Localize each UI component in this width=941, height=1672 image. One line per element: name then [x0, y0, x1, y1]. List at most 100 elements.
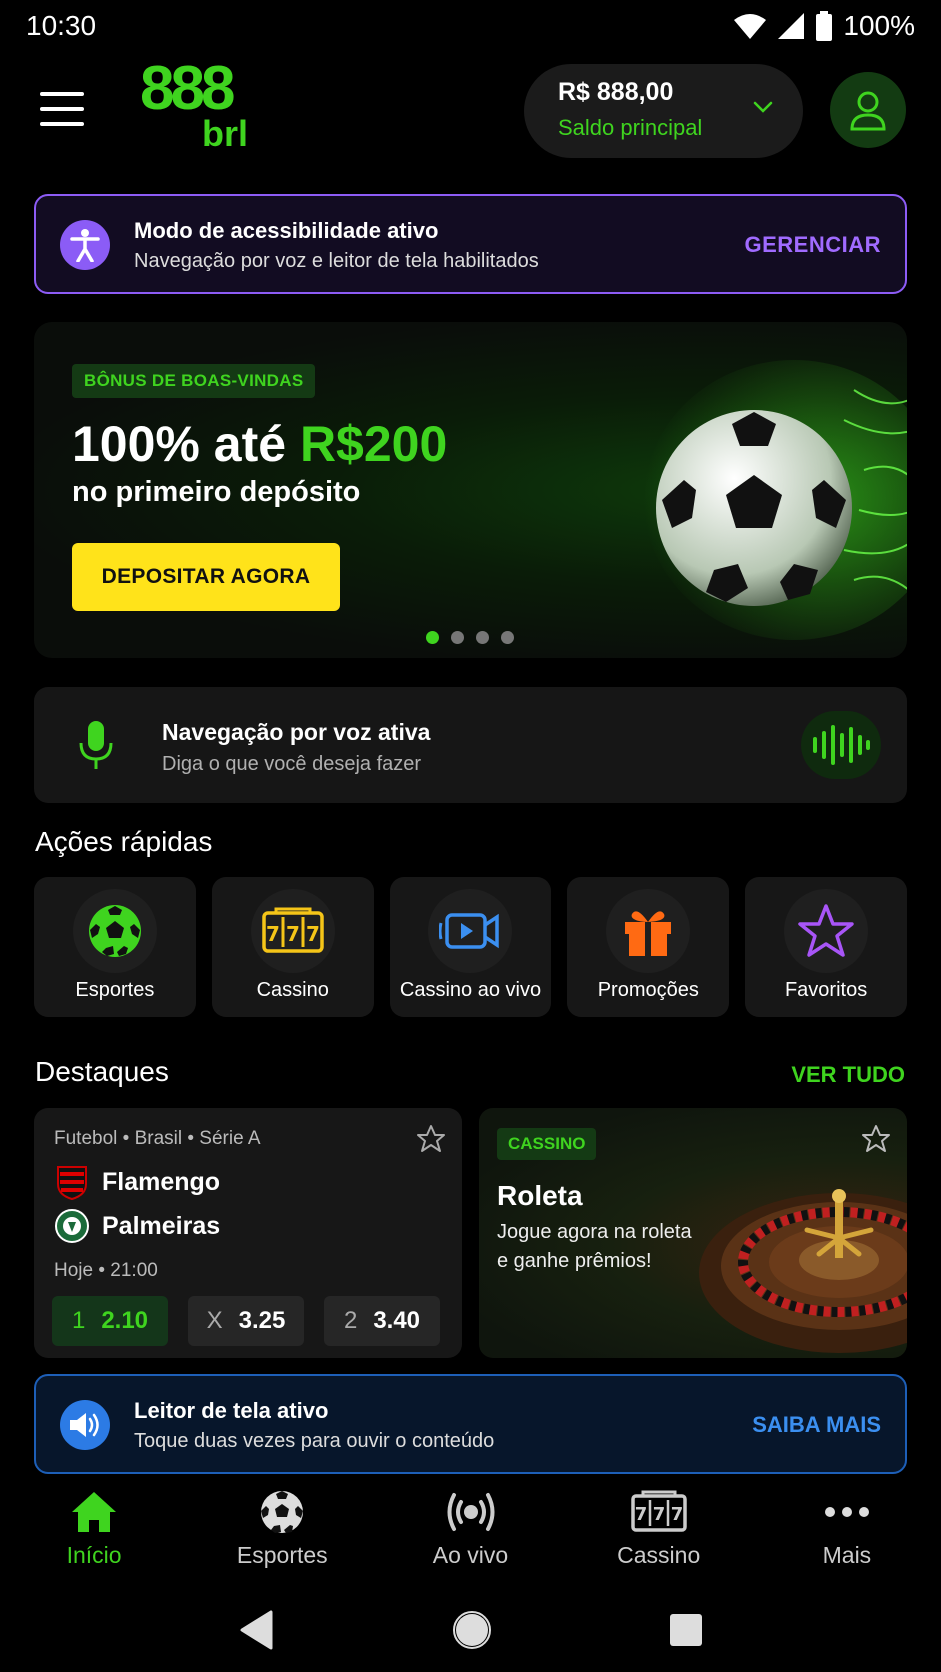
svg-text:7: 7 [306, 922, 320, 946]
nav-item-ao-vivo[interactable]: Ao vivo [376, 1484, 564, 1584]
bottom-navigation: Início Esportes Ao vivo 777 Cassino Mais [0, 1484, 941, 1584]
live-broadcast-icon [376, 1486, 564, 1538]
quick-action-cassino-ao-vivo[interactable]: Cassino ao vivo [389, 877, 552, 1017]
logo-number: 888 [140, 54, 235, 123]
recents-icon[interactable] [669, 1613, 703, 1647]
battery-percent: 100% [843, 10, 915, 41]
hamburger-icon-line [40, 107, 84, 111]
slot-machine-icon: 777 [250, 889, 335, 973]
svg-text:7: 7 [634, 1504, 647, 1525]
learn-more-button[interactable]: SAIBA MAIS [752, 1412, 881, 1438]
wifi-icon [734, 14, 767, 39]
match-card[interactable]: Futebol • Brasil • Série A Flamengo Palm… [34, 1108, 462, 1358]
sound-wave-icon[interactable] [801, 711, 881, 779]
carousel-dot[interactable] [476, 631, 489, 644]
carousel-dot[interactable] [426, 631, 439, 644]
screen-reader-subtitle: Toque duas vezes para ouvir o conteúdo [134, 1430, 495, 1452]
nav-item-mais[interactable]: Mais [753, 1484, 941, 1584]
odd-value: 3.40 [373, 1307, 421, 1334]
highlights-title: Destaques [35, 1056, 169, 1087]
home-icon [0, 1486, 188, 1538]
odd-button-draw[interactable]: X 3.25 [188, 1296, 304, 1346]
system-navigation-bar [0, 1588, 941, 1672]
soccer-ball-icon [188, 1486, 376, 1538]
favorite-star-icon[interactable] [416, 1124, 446, 1154]
accessibility-title: Modo de acessibilidade ativo [134, 218, 439, 243]
cell-signal-icon [778, 13, 805, 39]
chevron-down-icon [753, 101, 773, 113]
palmeiras-crest-icon [55, 1209, 89, 1243]
quick-action-label: Cassino ao vivo [399, 979, 542, 1001]
quick-action-favoritos[interactable]: Favoritos [745, 877, 907, 1017]
odd-value: 3.25 [238, 1307, 286, 1334]
status-icons: 100% [733, 10, 915, 42]
away-team: Palmeiras [54, 1208, 220, 1244]
roulette-wheel-illustration [699, 1189, 907, 1353]
home-team: Flamengo [54, 1164, 220, 1200]
away-team-name: Palmeiras [102, 1211, 221, 1240]
carousel-dot[interactable] [501, 631, 514, 644]
odd-key: 1 [71, 1307, 86, 1334]
nav-label: Ao vivo [432, 1542, 509, 1568]
quick-actions-title: Ações rápidas [35, 826, 213, 857]
nav-item-esportes[interactable]: Esportes [188, 1484, 376, 1584]
svg-text:7: 7 [266, 922, 280, 946]
hamburger-icon-line [40, 122, 84, 126]
quick-action-label: Esportes [75, 979, 155, 1001]
nav-label: Mais [822, 1542, 872, 1568]
balance-selector[interactable]: R$ 888,00 Saldo principal [524, 64, 803, 158]
manage-accessibility-button[interactable]: GERENCIAR [744, 232, 881, 258]
app-header: 888 brl R$ 888,00 Saldo principal [0, 58, 941, 162]
deposit-now-button[interactable]: DEPOSITAR AGORA [72, 543, 340, 611]
quick-action-promocoes[interactable]: Promoções [567, 877, 730, 1017]
hamburger-icon-line [40, 92, 84, 96]
casino-game-title: Roleta [497, 1180, 583, 1211]
more-dots-icon [753, 1486, 941, 1538]
promo-title-amount: R$200 [299, 416, 448, 472]
quick-actions-row: Esportes 777 Cassino Cassino ao vivo Pro… [34, 877, 907, 1017]
star-icon [784, 889, 869, 973]
speaker-icon [60, 1400, 110, 1450]
soccer-ball-illustration [644, 360, 907, 640]
svg-text:7: 7 [652, 1504, 665, 1525]
promo-title-prefix: 100% até [72, 416, 300, 472]
carousel-dot[interactable] [451, 631, 464, 644]
nav-label: Esportes [236, 1542, 328, 1568]
odd-key: 2 [343, 1307, 358, 1334]
profile-button[interactable] [830, 72, 906, 148]
gift-icon [606, 889, 691, 973]
odd-button-away[interactable]: 2 3.40 [324, 1296, 440, 1346]
home-circle-icon[interactable] [452, 1610, 492, 1650]
casino-game-subtitle: Jogue agora na roleta e ganhe prêmios! [497, 1221, 692, 1272]
promo-title: 100% até R$200 [72, 416, 447, 472]
brand-logo[interactable]: 888 brl [140, 58, 250, 158]
casino-tag: CASSINO [497, 1128, 597, 1160]
home-team-name: Flamengo [102, 1167, 221, 1196]
quick-action-cassino[interactable]: 777 Cassino [211, 877, 374, 1017]
accessibility-icon [60, 220, 110, 270]
back-icon[interactable] [239, 1610, 275, 1650]
menu-button[interactable] [40, 92, 84, 126]
voice-nav-subtitle: Diga o que você deseja fazer [162, 753, 422, 775]
see-all-link[interactable]: VER TUDO [791, 1062, 905, 1088]
nav-item-cassino[interactable]: 777 Cassino [565, 1484, 753, 1584]
battery-icon [816, 11, 833, 41]
screen-reader-title: Leitor de tela ativo [134, 1398, 329, 1423]
odd-button-home[interactable]: 1 2.10 [52, 1296, 168, 1346]
voice-nav-title: Navegação por voz ativa [162, 719, 431, 745]
nav-item-inicio[interactable]: Início [0, 1484, 188, 1584]
roulette-card[interactable]: CASSINO Roleta Jogue agora na roleta e g… [479, 1108, 907, 1358]
status-time: 10:30 [26, 10, 97, 41]
live-video-icon [428, 889, 513, 973]
nav-label: Início [66, 1542, 122, 1568]
quick-action-esportes[interactable]: Esportes [34, 877, 196, 1017]
match-time: Hoje • 21:00 [54, 1260, 158, 1281]
voice-navigation-card[interactable]: Navegação por voz ativa Diga o que você … [34, 687, 907, 803]
carousel-indicator [426, 631, 514, 644]
promo-banner[interactable]: BÔNUS DE BOAS-VINDAS 100% até R$200 no p… [34, 322, 907, 658]
odd-key: X [206, 1307, 223, 1334]
favorite-star-icon[interactable] [861, 1124, 891, 1154]
quick-action-label: Favoritos [784, 979, 868, 1001]
promo-tag: BÔNUS DE BOAS-VINDAS [72, 364, 316, 398]
microphone-icon [66, 715, 126, 775]
